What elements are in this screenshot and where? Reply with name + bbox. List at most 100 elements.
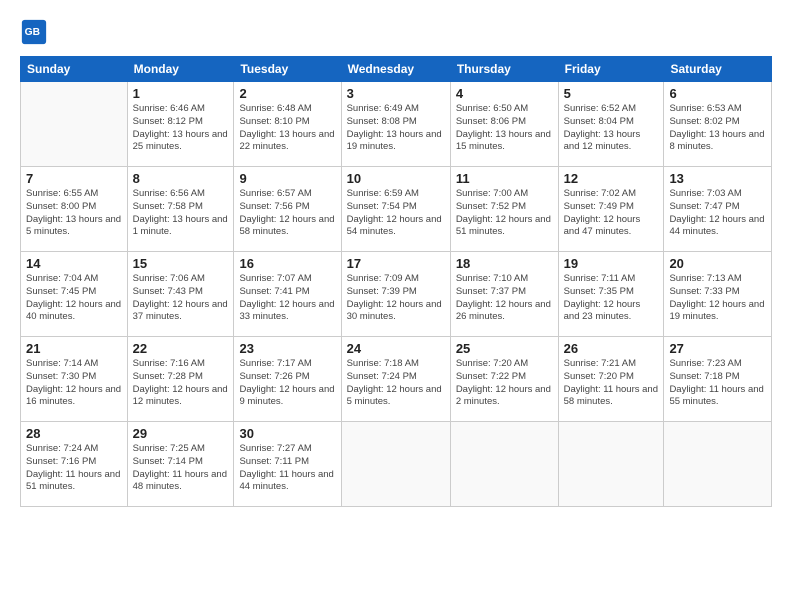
col-header-sunday: Sunday xyxy=(21,57,128,82)
day-number: 30 xyxy=(239,426,335,441)
day-cell: 4Sunrise: 6:50 AM Sunset: 8:06 PM Daylig… xyxy=(450,82,558,167)
day-cell: 20 Sunrise: 7:13 AM Sunset: 7:33 PM Dayli… xyxy=(664,252,772,337)
col-header-tuesday: Tuesday xyxy=(234,57,341,82)
day-number: 26 xyxy=(564,341,659,356)
day-info: Sunrise: 7:20 AM Sunset: 7:22 PM Dayligh… xyxy=(456,358,553,409)
day-number: 17 xyxy=(347,256,445,271)
calendar-header-row: SundayMondayTuesdayWednesdayThursdayFrid… xyxy=(21,57,772,82)
day-info: Sunrise: 7:04 AM Sunset: 7:45 PM Dayligh… xyxy=(26,273,122,324)
day-cell: 27 Sunrise: 7:23 AM Sunset: 7:18 PM Dayli… xyxy=(664,337,772,422)
day-cell: 30 Sunrise: 7:27 AM Sunset: 7:11 PM Dayli… xyxy=(234,422,341,507)
day-number: 3 xyxy=(347,86,445,101)
day-info: Sunrise: 7:07 AM Sunset: 7:41 PM Dayligh… xyxy=(239,273,335,324)
day-info: Sunrise: 6:53 AM Sunset: 8:02 PM Dayligh… xyxy=(669,103,766,154)
day-info: Sunrise: 7:09 AM Sunset: 7:39 PM Dayligh… xyxy=(347,273,445,324)
day-number: 7 xyxy=(26,171,122,186)
day-cell: 10Sunrise: 6:59 AM Sunset: 7:54 PM Dayli… xyxy=(341,167,450,252)
day-info: Sunrise: 6:52 AM Sunset: 8:04 PM Dayligh… xyxy=(564,103,659,154)
day-cell: 14 Sunrise: 7:04 AM Sunset: 7:45 PM Dayli… xyxy=(21,252,128,337)
col-header-friday: Friday xyxy=(558,57,664,82)
day-cell: 3Sunrise: 6:49 AM Sunset: 8:08 PM Daylig… xyxy=(341,82,450,167)
day-cell: 26 Sunrise: 7:21 AM Sunset: 7:20 PM Dayli… xyxy=(558,337,664,422)
day-info: Sunrise: 6:46 AM Sunset: 8:12 PM Dayligh… xyxy=(133,103,229,154)
logo-icon: GB xyxy=(20,18,48,46)
day-number: 19 xyxy=(564,256,659,271)
day-info: Sunrise: 6:50 AM Sunset: 8:06 PM Dayligh… xyxy=(456,103,553,154)
day-number: 13 xyxy=(669,171,766,186)
day-info: Sunrise: 7:24 AM Sunset: 7:16 PM Dayligh… xyxy=(26,443,122,494)
day-info: Sunrise: 7:23 AM Sunset: 7:18 PM Dayligh… xyxy=(669,358,766,409)
day-cell: 13Sunrise: 7:03 AM Sunset: 7:47 PM Dayli… xyxy=(664,167,772,252)
day-info: Sunrise: 7:25 AM Sunset: 7:14 PM Dayligh… xyxy=(133,443,229,494)
day-number: 24 xyxy=(347,341,445,356)
day-number: 14 xyxy=(26,256,122,271)
day-number: 1 xyxy=(133,86,229,101)
week-row-1: 7 Sunrise: 6:55 AM Sunset: 8:00 PM Daylig… xyxy=(21,167,772,252)
day-info: Sunrise: 7:02 AM Sunset: 7:49 PM Dayligh… xyxy=(564,188,659,239)
day-cell: 16Sunrise: 7:07 AM Sunset: 7:41 PM Dayli… xyxy=(234,252,341,337)
day-cell: 25 Sunrise: 7:20 AM Sunset: 7:22 PM Dayli… xyxy=(450,337,558,422)
page-header: GB xyxy=(20,18,772,46)
day-info: Sunrise: 7:13 AM Sunset: 7:33 PM Dayligh… xyxy=(669,273,766,324)
day-cell: 18 Sunrise: 7:10 AM Sunset: 7:37 PM Dayli… xyxy=(450,252,558,337)
day-cell: 21 Sunrise: 7:14 AM Sunset: 7:30 PM Dayli… xyxy=(21,337,128,422)
day-cell: 24 Sunrise: 7:18 AM Sunset: 7:24 PM Dayli… xyxy=(341,337,450,422)
day-number: 9 xyxy=(239,171,335,186)
day-number: 6 xyxy=(669,86,766,101)
day-cell: 9 Sunrise: 6:57 AM Sunset: 7:56 PM Daylig… xyxy=(234,167,341,252)
day-cell: 11Sunrise: 7:00 AM Sunset: 7:52 PM Dayli… xyxy=(450,167,558,252)
week-row-3: 21 Sunrise: 7:14 AM Sunset: 7:30 PM Dayli… xyxy=(21,337,772,422)
day-number: 12 xyxy=(564,171,659,186)
day-info: Sunrise: 7:14 AM Sunset: 7:30 PM Dayligh… xyxy=(26,358,122,409)
svg-text:GB: GB xyxy=(25,27,40,38)
day-cell: 6 Sunrise: 6:53 AM Sunset: 8:02 PM Daylig… xyxy=(664,82,772,167)
day-cell: 22 Sunrise: 7:16 AM Sunset: 7:28 PM Dayli… xyxy=(127,337,234,422)
calendar-page: GB SundayMondayTuesdayWednesdayThursdayF… xyxy=(0,0,792,612)
day-info: Sunrise: 6:56 AM Sunset: 7:58 PM Dayligh… xyxy=(133,188,229,239)
day-cell: 29 Sunrise: 7:25 AM Sunset: 7:14 PM Dayli… xyxy=(127,422,234,507)
day-number: 23 xyxy=(239,341,335,356)
day-number: 25 xyxy=(456,341,553,356)
day-cell: 1 Sunrise: 6:46 AM Sunset: 8:12 PM Daylig… xyxy=(127,82,234,167)
day-number: 15 xyxy=(133,256,229,271)
day-cell xyxy=(341,422,450,507)
day-number: 21 xyxy=(26,341,122,356)
calendar-table: SundayMondayTuesdayWednesdayThursdayFrid… xyxy=(20,56,772,507)
day-cell: 7 Sunrise: 6:55 AM Sunset: 8:00 PM Daylig… xyxy=(21,167,128,252)
day-info: Sunrise: 7:27 AM Sunset: 7:11 PM Dayligh… xyxy=(239,443,335,494)
week-row-0: 1 Sunrise: 6:46 AM Sunset: 8:12 PM Daylig… xyxy=(21,82,772,167)
day-cell: 8 Sunrise: 6:56 AM Sunset: 7:58 PM Daylig… xyxy=(127,167,234,252)
day-number: 2 xyxy=(239,86,335,101)
day-info: Sunrise: 7:06 AM Sunset: 7:43 PM Dayligh… xyxy=(133,273,229,324)
day-info: Sunrise: 6:59 AM Sunset: 7:54 PM Dayligh… xyxy=(347,188,445,239)
day-info: Sunrise: 7:10 AM Sunset: 7:37 PM Dayligh… xyxy=(456,273,553,324)
col-header-monday: Monday xyxy=(127,57,234,82)
day-cell xyxy=(664,422,772,507)
day-number: 20 xyxy=(669,256,766,271)
day-number: 18 xyxy=(456,256,553,271)
day-info: Sunrise: 6:57 AM Sunset: 7:56 PM Dayligh… xyxy=(239,188,335,239)
week-row-2: 14 Sunrise: 7:04 AM Sunset: 7:45 PM Dayli… xyxy=(21,252,772,337)
day-cell: 12 Sunrise: 7:02 AM Sunset: 7:49 PM Dayli… xyxy=(558,167,664,252)
day-cell: 15 Sunrise: 7:06 AM Sunset: 7:43 PM Dayli… xyxy=(127,252,234,337)
day-cell xyxy=(21,82,128,167)
day-info: Sunrise: 7:16 AM Sunset: 7:28 PM Dayligh… xyxy=(133,358,229,409)
week-row-4: 28Sunrise: 7:24 AM Sunset: 7:16 PM Dayli… xyxy=(21,422,772,507)
day-cell: 23 Sunrise: 7:17 AM Sunset: 7:26 PM Dayli… xyxy=(234,337,341,422)
col-header-thursday: Thursday xyxy=(450,57,558,82)
day-info: Sunrise: 7:17 AM Sunset: 7:26 PM Dayligh… xyxy=(239,358,335,409)
day-cell: 19 Sunrise: 7:11 AM Sunset: 7:35 PM Dayli… xyxy=(558,252,664,337)
day-number: 27 xyxy=(669,341,766,356)
day-info: Sunrise: 7:21 AM Sunset: 7:20 PM Dayligh… xyxy=(564,358,659,409)
day-number: 29 xyxy=(133,426,229,441)
day-cell: 28Sunrise: 7:24 AM Sunset: 7:16 PM Dayli… xyxy=(21,422,128,507)
day-info: Sunrise: 6:55 AM Sunset: 8:00 PM Dayligh… xyxy=(26,188,122,239)
day-number: 5 xyxy=(564,86,659,101)
day-cell xyxy=(450,422,558,507)
day-number: 8 xyxy=(133,171,229,186)
day-cell xyxy=(558,422,664,507)
day-info: Sunrise: 6:48 AM Sunset: 8:10 PM Dayligh… xyxy=(239,103,335,154)
day-info: Sunrise: 7:18 AM Sunset: 7:24 PM Dayligh… xyxy=(347,358,445,409)
day-info: Sunrise: 7:11 AM Sunset: 7:35 PM Dayligh… xyxy=(564,273,659,324)
day-number: 22 xyxy=(133,341,229,356)
